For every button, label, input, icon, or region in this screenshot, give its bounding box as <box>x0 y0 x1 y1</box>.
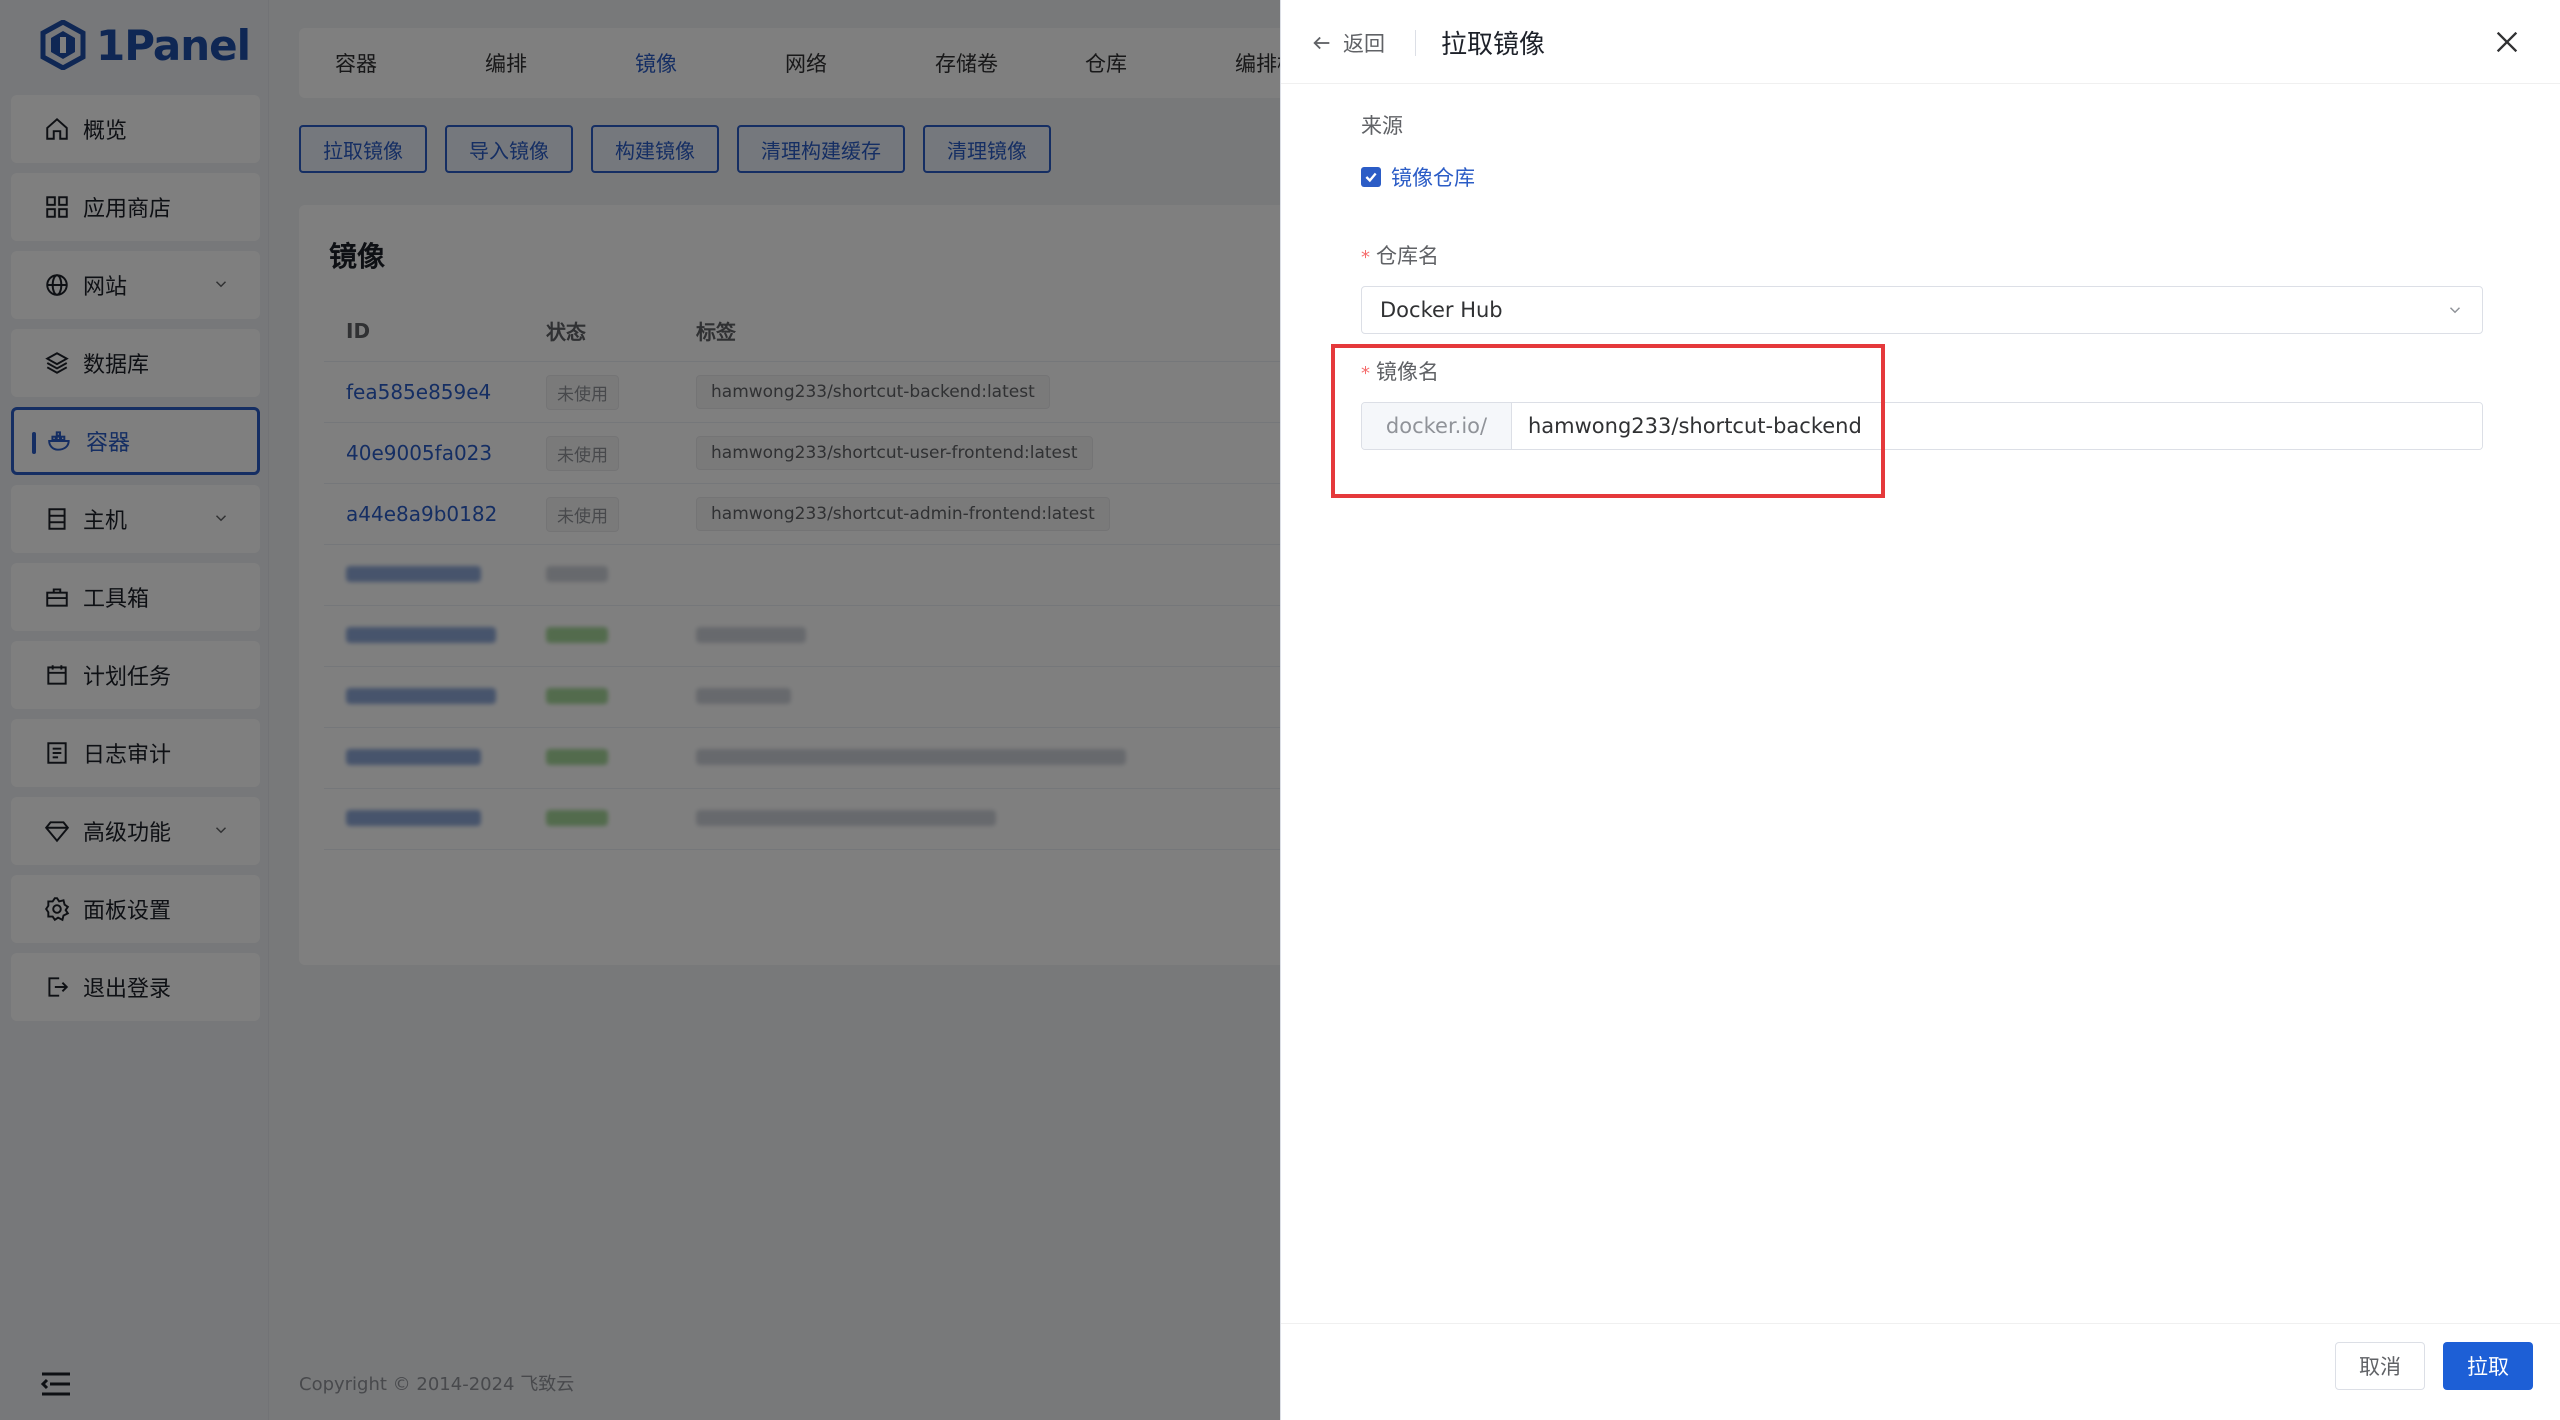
source-label: 来源 <box>1361 114 1403 138</box>
back-button[interactable]: 返回 <box>1311 28 1385 58</box>
repo-name-label-text: 仓库名 <box>1376 244 1439 268</box>
cancel-button[interactable]: 取消 <box>2335 1342 2425 1390</box>
repo-select-value: Docker Hub <box>1380 298 1503 322</box>
drawer-footer: 取消 拉取 <box>1281 1323 2560 1420</box>
arrow-left-icon <box>1313 36 1330 50</box>
highlight-box <box>1331 344 1885 498</box>
pull-button[interactable]: 拉取 <box>2443 1342 2533 1390</box>
repository-checkbox[interactable] <box>1361 167 1381 187</box>
repo-name-label: * 仓库名 <box>1361 240 2483 270</box>
drawer-header: 返回 拉取镜像 <box>1281 0 2560 84</box>
required-mark: * <box>1361 247 1370 268</box>
repository-checkbox-label: 镜像仓库 <box>1391 166 1475 190</box>
chevron-down-icon <box>2449 307 2461 314</box>
modal-mask[interactable] <box>0 0 1280 1420</box>
repo-select[interactable]: Docker Hub <box>1361 286 2483 334</box>
source-option[interactable]: 镜像仓库 <box>1361 162 2483 192</box>
drawer-title: 拉取镜像 <box>1441 30 1546 60</box>
close-icon[interactable] <box>2493 28 2521 56</box>
back-label: 返回 <box>1343 32 1385 56</box>
check-icon <box>1365 172 1377 183</box>
header-divider <box>1415 30 1416 56</box>
pull-image-drawer: 返回 拉取镜像 来源 镜像仓库 * 仓库名 Docker Hub * 镜像名 doc… <box>1280 0 2560 1420</box>
